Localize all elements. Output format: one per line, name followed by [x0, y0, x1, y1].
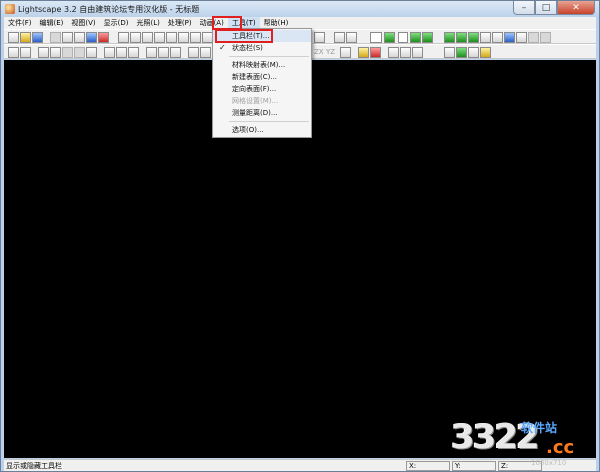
- color-swatch-field[interactable]: [370, 32, 382, 43]
- open-file-icon[interactable]: [20, 32, 31, 43]
- yz-plane-button[interactable]: YZ: [326, 47, 335, 58]
- menu-item-mesh-settings-label: 网格设置(M)...: [232, 97, 279, 105]
- radiosity-icon[interactable]: [444, 32, 455, 43]
- add-point-icon[interactable]: [188, 47, 199, 58]
- pick-icon[interactable]: [20, 47, 31, 58]
- close-button[interactable]: ✕: [557, 1, 595, 15]
- status-message: 显示或隐藏工具栏: [6, 462, 62, 470]
- check-icon: ✓: [219, 43, 226, 52]
- walk-icon[interactable]: [146, 47, 157, 58]
- snap-icon[interactable]: [340, 47, 351, 58]
- zoom-icon[interactable]: [38, 47, 49, 58]
- render-solid-icon[interactable]: [410, 32, 421, 43]
- window-controls: – □ ✕: [513, 1, 595, 15]
- menu-item-mesh-settings: 网格设置(M)...: [213, 95, 311, 107]
- delete-icon[interactable]: [98, 32, 109, 43]
- look-icon[interactable]: [170, 47, 181, 58]
- menu-item-statusbar[interactable]: ✓ 状态栏(S): [213, 42, 311, 54]
- help-icon[interactable]: [86, 32, 97, 43]
- pointer-icon[interactable]: [8, 47, 19, 58]
- view-back-icon[interactable]: [190, 32, 201, 43]
- view-top-icon[interactable]: [130, 32, 141, 43]
- watermark-site-name: 软件站: [521, 421, 558, 435]
- render-mode-field[interactable]: [398, 32, 408, 43]
- spotlight-icon[interactable]: [480, 47, 491, 58]
- menu-item-orient-surface-label: 定向表面(F)...: [232, 85, 277, 93]
- block-icon[interactable]: [412, 47, 423, 58]
- print-icon[interactable]: [74, 32, 85, 43]
- minimize-button[interactable]: –: [513, 1, 535, 15]
- view-right-icon[interactable]: [166, 32, 177, 43]
- orbit-icon[interactable]: [314, 32, 325, 43]
- status-x-coordinate: X:: [406, 461, 450, 471]
- filter-icon[interactable]: [528, 32, 539, 43]
- rotate-icon[interactable]: [116, 47, 127, 58]
- align-icon[interactable]: [200, 47, 211, 58]
- camera-icon[interactable]: [516, 32, 527, 43]
- zx-plane-button[interactable]: ZX: [314, 47, 324, 58]
- sun-icon[interactable]: [370, 47, 381, 58]
- render-wire-icon[interactable]: [384, 32, 395, 43]
- menu-item-material-map[interactable]: 材料映射表(M)...: [213, 59, 311, 71]
- measure-icon[interactable]: [388, 47, 399, 58]
- menu-item-orient-surface[interactable]: 定向表面(F)...: [213, 83, 311, 95]
- site-watermark: 3322 软件站 .cc 1080x710: [451, 411, 600, 472]
- grid-icon[interactable]: [492, 32, 503, 43]
- highlight-tools-menu: [212, 16, 242, 30]
- highlight-toolbar-item: [215, 29, 273, 43]
- new-file-icon[interactable]: [8, 32, 19, 43]
- maximize-button[interactable]: □: [535, 1, 557, 15]
- view-front-icon[interactable]: [178, 32, 189, 43]
- copy-icon[interactable]: [62, 32, 73, 43]
- tools-dropdown-menu: 工具栏(T)... ✓ 状态栏(S) 材料映射表(M)... 新建表面(C)..…: [212, 28, 312, 138]
- select-tool-icon[interactable]: [118, 32, 129, 43]
- material-icon[interactable]: [468, 32, 479, 43]
- lightscape-app-icon[interactable]: [5, 4, 15, 14]
- menu-item-measure-distance[interactable]: 测量距离(D)...: [213, 107, 311, 119]
- menu-item-options-label: 选项(O)...: [232, 126, 264, 134]
- save-file-icon[interactable]: [32, 32, 43, 43]
- layer-icon[interactable]: [480, 32, 491, 43]
- pan-icon[interactable]: [86, 47, 97, 58]
- menu-lighting[interactable]: 光照(L): [133, 17, 164, 29]
- menu-item-material-map-label: 材料映射表(M)...: [232, 61, 286, 69]
- undo-icon[interactable]: [50, 32, 61, 43]
- render-shaded-icon[interactable]: [422, 32, 433, 43]
- light-icon[interactable]: [456, 32, 467, 43]
- window-title: Lightscape 3.2 自由建筑论坛专用汉化版 - 无标题: [18, 4, 200, 14]
- view-left-icon[interactable]: [154, 32, 165, 43]
- menu-display[interactable]: 显示(D): [100, 17, 133, 29]
- app-window: Lightscape 3.2 自由建筑论坛专用汉化版 - 无标题 – □ ✕ 文…: [0, 0, 600, 472]
- target-icon[interactable]: [468, 47, 479, 58]
- menu-separator: [229, 121, 309, 122]
- menu-item-new-surface-label: 新建表面(C)...: [232, 73, 278, 81]
- move-icon[interactable]: [104, 47, 115, 58]
- view-bottom-icon[interactable]: [142, 32, 153, 43]
- menu-file[interactable]: 文件(F): [4, 17, 36, 29]
- menu-separator: [229, 56, 309, 57]
- luminaire-icon[interactable]: [444, 47, 455, 58]
- menu-item-new-surface[interactable]: 新建表面(C)...: [213, 71, 311, 83]
- menu-edit[interactable]: 编辑(E): [36, 17, 68, 29]
- title-bar[interactable]: Lightscape 3.2 自由建筑论坛专用汉化版 - 无标题 – □ ✕: [1, 1, 599, 17]
- texture-icon[interactable]: [504, 32, 515, 43]
- menu-item-options[interactable]: 选项(O)...: [213, 124, 311, 136]
- watermark-resolution: 1080x710: [531, 459, 567, 467]
- light-source-icon[interactable]: [358, 47, 369, 58]
- globe-icon[interactable]: [456, 47, 467, 58]
- section-icon[interactable]: [400, 47, 411, 58]
- menu-view[interactable]: 视图(V): [67, 17, 99, 29]
- zoom-extents-icon[interactable]: [346, 32, 357, 43]
- watermark-domain: .cc: [546, 437, 575, 458]
- window-icon[interactable]: [540, 32, 551, 43]
- menu-process[interactable]: 处理(P): [164, 17, 196, 29]
- zoom-window-icon[interactable]: [50, 47, 61, 58]
- scale-icon[interactable]: [128, 47, 139, 58]
- menu-item-measure-distance-label: 测量距离(D)...: [232, 109, 278, 117]
- zoom-all-icon[interactable]: [74, 47, 85, 58]
- fly-icon[interactable]: [158, 47, 169, 58]
- zoom-previous-icon[interactable]: [62, 47, 73, 58]
- zoom-region-icon[interactable]: [334, 32, 345, 43]
- menu-item-statusbar-label: 状态栏(S): [232, 44, 263, 52]
